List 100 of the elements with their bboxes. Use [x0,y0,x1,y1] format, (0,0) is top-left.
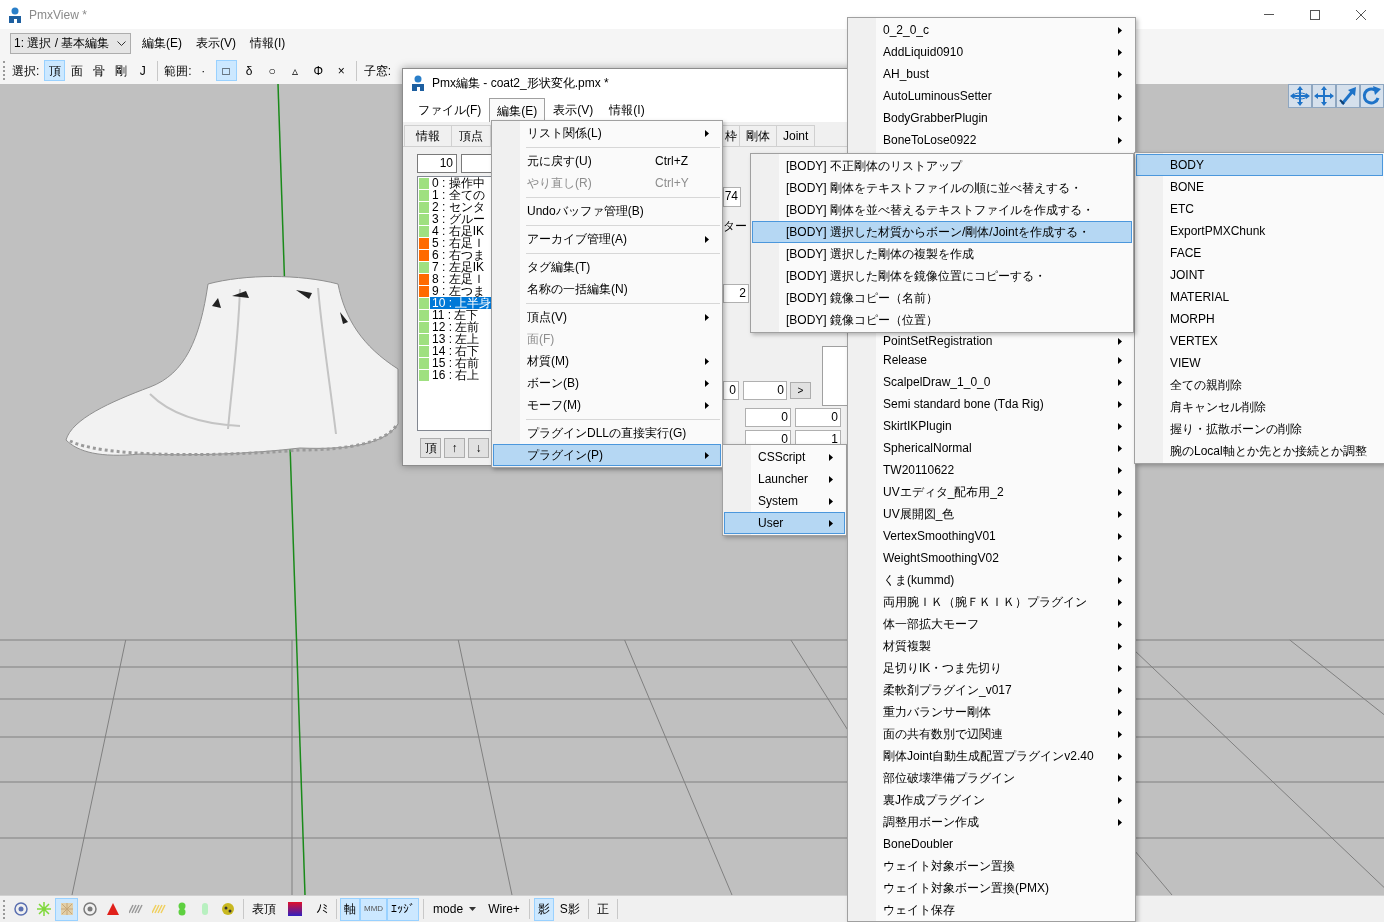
tool-button[interactable]: 面 [66,60,88,81]
menu-item[interactable]: 表示(V) [189,33,243,53]
menu-item[interactable]: VertexSmoothingV01 [849,525,1134,547]
menu-item[interactable]: MORPH [1136,308,1383,330]
list-button[interactable]: 頂 [420,438,441,458]
menu-item[interactable]: [BODY] 鏡像コピー（位置） [752,309,1132,331]
tool-button[interactable]: J [132,60,154,81]
menu-item[interactable]: プラグイン(P) [493,444,721,466]
list-item[interactable]: 13 : 左上 [430,333,491,345]
menu-item[interactable]: [BODY] 鏡像コピー（名前） [752,287,1132,309]
list-item[interactable]: 8 : 左足Ｉ [430,273,491,285]
menu-item[interactable]: [BODY] 選択した材質からボーン/剛体/Jointを作成する・ [752,221,1132,243]
menu-item[interactable]: BONE [1136,176,1383,198]
menu-item[interactable]: 両用腕ＩＫ（腕ＦＫＩＫ）プラグイン [849,591,1134,613]
menu-item[interactable]: 0_2_0_c [849,19,1134,41]
list-item[interactable]: 7 : 左足IK [430,261,491,273]
menu-item[interactable]: 部位破壊準備プラグイン [849,767,1134,789]
toggle-button[interactable]: 影 [533,897,554,921]
toolbar-button[interactable]: ﾉﾐ [312,897,332,921]
menu-item[interactable]: MATERIAL [1136,286,1383,308]
menu-item[interactable]: タグ編集(T) [493,256,721,278]
toolbar-button[interactable] [55,897,78,921]
list-item[interactable]: 6 : 右つま [430,249,491,261]
menu-item[interactable]: 調整用ボーン作成 [849,811,1134,833]
menu-item[interactable]: ウェイト対象ボーン置換 [849,855,1134,877]
menu-item[interactable]: WeightSmoothingV02 [849,547,1134,569]
menu-item[interactable]: VIEW [1136,352,1383,374]
menu-item[interactable]: 頂点(V) [493,306,721,328]
text-field[interactable] [461,154,491,173]
list-item[interactable]: 5 : 右足Ｉ [430,237,491,249]
menu-item[interactable]: 腕のLocal軸とか先とか接続とか調整 [1136,440,1383,462]
menu-item[interactable]: AddLiquid0910 [849,41,1134,63]
tab[interactable]: 枠 [723,125,740,146]
menu-item[interactable]: ExportPMXChunk [1136,220,1383,242]
tool-button[interactable]: × [330,60,352,81]
list-button[interactable]: ↓ [468,438,489,458]
menu-item[interactable]: VERTEX [1136,330,1383,352]
toggle-button[interactable]: S影 [555,897,584,921]
menu-item[interactable]: くま(kummd) [849,569,1134,591]
menu-item[interactable]: BoneToLose0922 [849,129,1134,151]
toolbar-button[interactable]: Wire+ [483,897,525,921]
list-item[interactable]: 3 : グルー [430,213,491,225]
menu-item[interactable]: [BODY] 選択した剛体の複製を作成 [752,243,1132,265]
menu-item[interactable]: ボーン(B) [493,372,721,394]
menu-item[interactable]: PointSetRegistration [849,333,1134,349]
menu-item[interactable]: [BODY] 剛体をテキストファイルの順に並べ替えする・ [752,177,1132,199]
menu-item[interactable]: プラグインDLLの直接実行(G) [493,422,721,444]
tab[interactable]: Joint [777,125,816,146]
tool-button[interactable]: ○ [261,60,283,81]
number-field[interactable]: 74 [723,187,741,207]
menu-item[interactable]: 面の共有数別で辺関連 [849,723,1134,745]
menu-item[interactable]: User [724,512,845,534]
menu-item[interactable]: モーフ(M) [493,394,721,416]
menu-item[interactable]: ウェイト保存 [849,899,1134,921]
menu-item[interactable]: 剛体Joint自動生成配置プラグインv2.40 [849,745,1134,767]
menu-item[interactable]: Launcher [724,468,845,490]
toggle-button[interactable]: 軸 [340,897,360,921]
menu-item[interactable]: BodyGrabberPlugin [849,107,1134,129]
menu-item[interactable]: SkirtIKPlugin [849,415,1134,437]
number-field[interactable]: 0 [723,381,739,400]
list-item[interactable]: 2 : センタ [430,201,491,213]
mode-dropdown[interactable]: mode [428,897,482,921]
list-item[interactable]: 1 : 全ての [430,189,491,201]
view-tool-button[interactable] [1336,84,1360,108]
tool-button[interactable]: Φ [307,60,329,81]
menu-item[interactable]: System [724,490,845,512]
tool-button[interactable]: 骨 [88,60,110,81]
menu-item[interactable]: 情報(I) [601,98,653,122]
menu-item[interactable]: UVエディタ_配布用_2 [849,481,1134,503]
tab[interactable]: 頂点 [452,125,491,146]
mode-select[interactable]: 1: 選択 / 基本編集 [10,32,131,54]
menu-item[interactable]: アーカイブ管理(A) [493,228,721,250]
list-item[interactable]: 12 : 左前 [430,321,491,333]
menu-item[interactable]: Semi standard bone (Tda Rig) [849,393,1134,415]
tool-button[interactable]: · [192,60,214,81]
view-tool-button[interactable] [1360,84,1384,108]
menu-item[interactable]: 重力バランサー剛体 [849,701,1134,723]
menu-item[interactable]: 足切りIK・つま先切り [849,657,1134,679]
menu-item[interactable]: TW20110622 [849,459,1134,481]
menu-item[interactable]: UV展開図_色 [849,503,1134,525]
list-item[interactable]: 4 : 右足IK [430,225,491,237]
number-field[interactable]: 0 [795,408,841,427]
toggle-button[interactable]: ｴｯｼﾞ [387,897,420,921]
menu-item[interactable]: 情報(I) [243,33,293,53]
list-item[interactable]: 11 : 左下 [430,309,491,321]
menu-item[interactable]: リスト関係(L) [493,122,721,144]
list-item[interactable]: 16 : 右上 [430,369,491,381]
tab[interactable]: 情報 [404,125,452,146]
menu-item[interactable]: 柔軟剤プラグイン_v017 [849,679,1134,701]
tool-button[interactable]: 頂 [44,60,66,81]
tab[interactable]: 剛体 [740,125,777,146]
menu-item[interactable]: 裏J作成プラグイン [849,789,1134,811]
toolbar-button[interactable]: 正 [592,897,613,921]
menu-item[interactable]: 肩キャンセル削除 [1136,396,1383,418]
number-field[interactable]: 0 [745,408,791,427]
toggle-button[interactable]: MMD [360,897,388,921]
menu-item[interactable]: 名称の一括編集(N) [493,278,721,300]
tool-button[interactable]: 剛 [110,60,132,81]
menu-item[interactable]: 全ての親削除 [1136,374,1383,396]
small-button[interactable]: > [790,382,811,399]
